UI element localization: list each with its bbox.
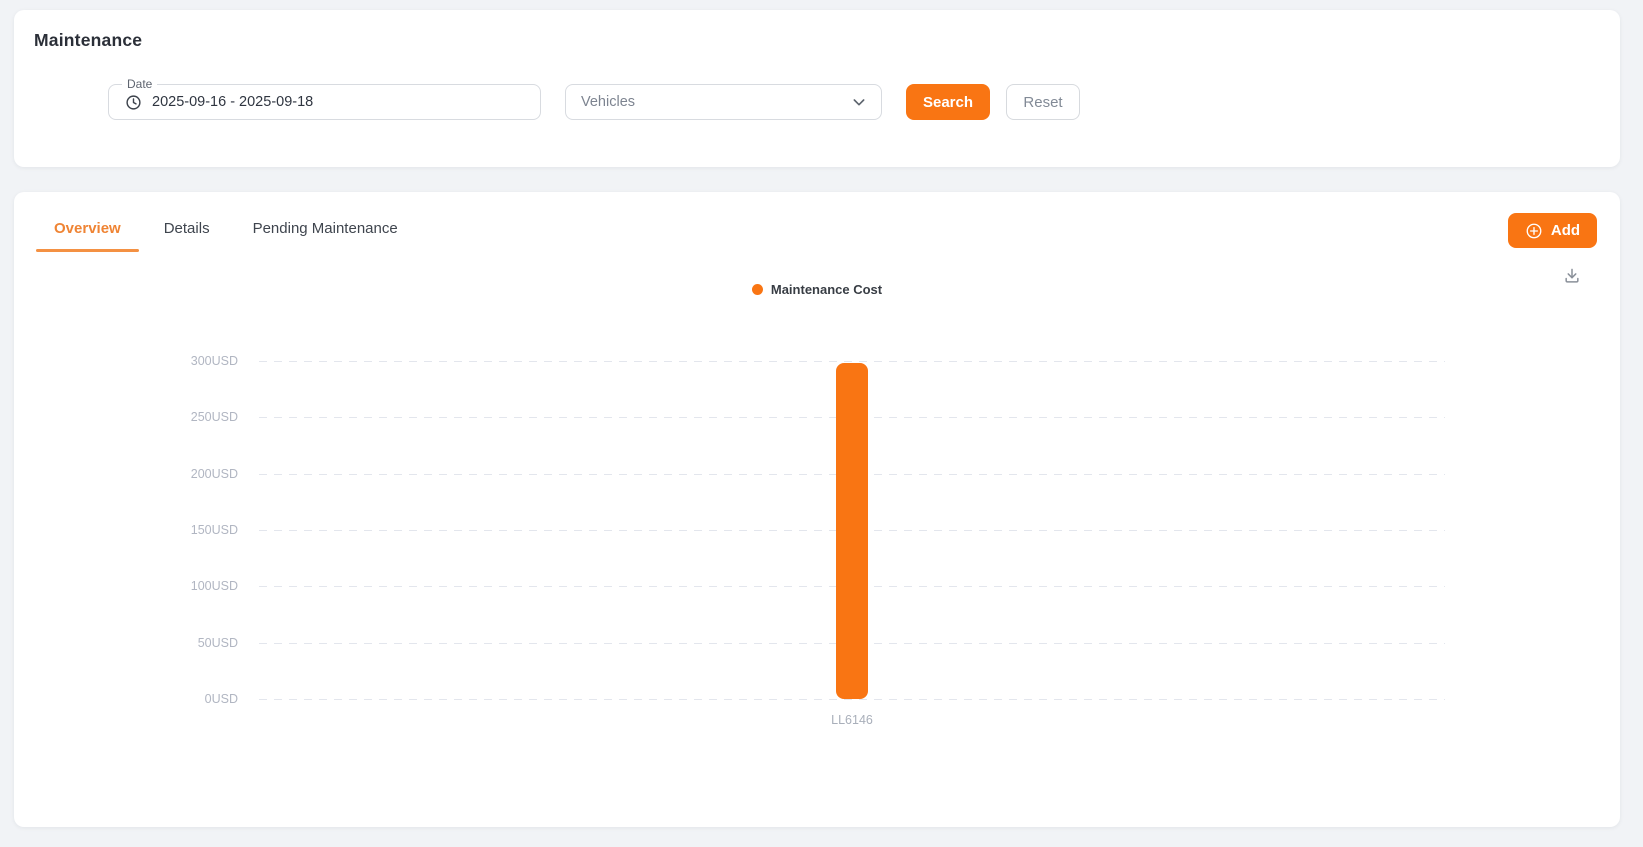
page-title: Maintenance (34, 30, 1600, 51)
legend-item-maintenance-cost[interactable]: Maintenance Cost (752, 282, 882, 297)
page: Maintenance Date 2025-09-16 - 2025-09-18… (0, 0, 1643, 827)
tabs-row: Overview Details Pending Maintenance Add (34, 204, 1600, 252)
date-range-value: 2025-09-16 - 2025-09-18 (152, 94, 313, 110)
y-tick-label: 200USD (191, 467, 238, 481)
download-icon[interactable] (1560, 264, 1584, 288)
y-tick-label: 150USD (191, 523, 238, 537)
vehicles-select-placeholder: Vehicles (581, 94, 635, 110)
filter-row: Date 2025-09-16 - 2025-09-18 Vehicles Se… (108, 84, 1600, 120)
plus-circle-icon (1525, 222, 1543, 240)
tab-details[interactable]: Details (144, 204, 230, 252)
y-tick-label: 0USD (205, 692, 238, 706)
legend-label: Maintenance Cost (771, 282, 882, 297)
add-button[interactable]: Add (1508, 213, 1597, 248)
maintenance-panel: Overview Details Pending Maintenance Add (14, 192, 1620, 827)
chart-plot: 300USD250USD200USD150USD100USD50USD0USDL… (259, 361, 1445, 699)
gridline (259, 361, 1445, 362)
y-tick-label: 100USD (191, 579, 238, 593)
tab-pending-maintenance[interactable]: Pending Maintenance (233, 204, 418, 252)
legend-dot-icon (752, 284, 763, 295)
reset-button[interactable]: Reset (1006, 84, 1080, 120)
date-field-label: Date (122, 76, 157, 92)
tabs: Overview Details Pending Maintenance (34, 204, 421, 252)
clock-icon (125, 94, 142, 111)
gridline (259, 699, 1445, 700)
y-tick-label: 50USD (198, 636, 238, 650)
search-button[interactable]: Search (906, 84, 990, 120)
tab-overview[interactable]: Overview (34, 204, 141, 252)
y-tick-label: 300USD (191, 354, 238, 368)
x-tick-label: LL6146 (831, 713, 873, 727)
add-button-label: Add (1551, 222, 1580, 239)
y-tick-label: 250USD (191, 410, 238, 424)
chart-legend: Maintenance Cost (34, 282, 1600, 297)
filter-card: Maintenance Date 2025-09-16 - 2025-09-18… (14, 10, 1620, 167)
date-range-input[interactable]: Date 2025-09-16 - 2025-09-18 (108, 84, 541, 120)
vehicles-select[interactable]: Vehicles (565, 84, 882, 120)
bar-LL6146[interactable] (836, 363, 868, 699)
chevron-down-icon (851, 94, 867, 110)
